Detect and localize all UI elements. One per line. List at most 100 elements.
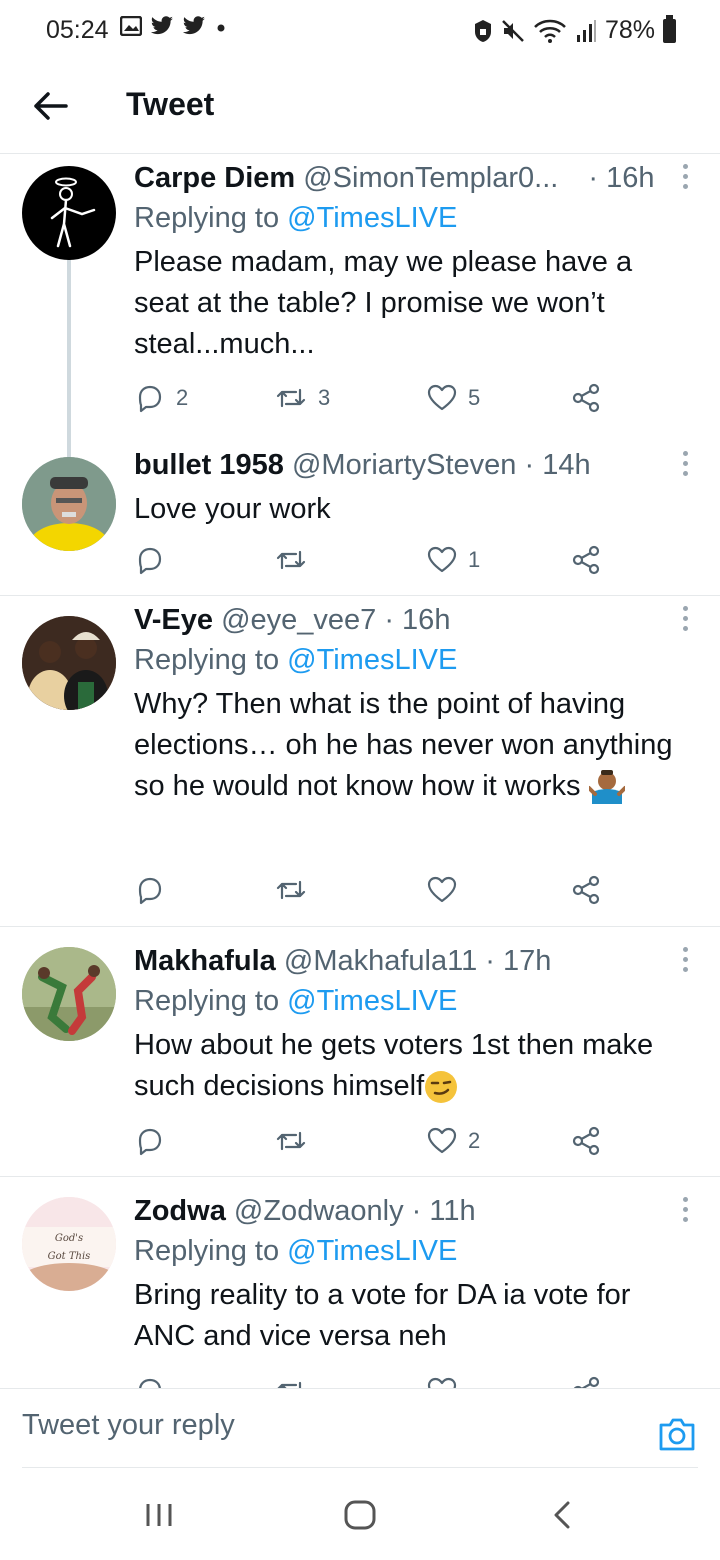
reply-icon	[138, 547, 162, 575]
tweet-actions: 2	[134, 1125, 614, 1165]
share-icon	[572, 383, 600, 413]
reply-count: 2	[176, 385, 189, 410]
share-icon	[572, 545, 600, 575]
replying-to: Replying to @TimesLIVE	[134, 198, 690, 238]
more-options-icon[interactable]	[682, 1197, 690, 1225]
reply-button[interactable]	[134, 544, 176, 576]
share-icon	[572, 1126, 600, 1156]
recent-apps-icon[interactable]	[144, 1500, 174, 1530]
share-icon	[573, 1376, 600, 1388]
retweet-count: 3	[318, 385, 331, 410]
page-title: Tweet	[126, 86, 215, 122]
status-bar: 05:24 78%	[0, 0, 720, 62]
display-name[interactable]: V-Eye	[134, 604, 213, 636]
reply-icon	[138, 877, 162, 905]
dot-icon	[217, 24, 225, 32]
camera-icon[interactable]	[658, 1415, 696, 1453]
username[interactable]: @Zodwaonly	[234, 1195, 404, 1227]
back-arrow-icon[interactable]	[28, 84, 72, 128]
replying-to-label: Replying to	[134, 202, 280, 234]
tweet-v-eye[interactable]: V-Eye @eye_vee7 · 16h Replying to @Times…	[0, 596, 720, 927]
retweet-icon	[276, 388, 306, 408]
gallery-icon	[120, 16, 142, 36]
replying-to-handle[interactable]: @TimesLIVE	[287, 985, 457, 1017]
secure-folder-icon	[474, 19, 491, 42]
replying-to-label: Replying to	[134, 1235, 280, 1267]
retweet-button[interactable]	[274, 1375, 308, 1388]
display-name[interactable]: Carpe Diem	[134, 162, 295, 194]
thread-line	[67, 258, 71, 458]
reply-composer: Tweet your reply	[0, 1388, 720, 1468]
reply-icon	[139, 1378, 161, 1388]
replying-to-handle[interactable]: @TimesLIVE	[287, 1235, 457, 1267]
tweet-makhafula[interactable]: Makhafula @Makhafula11 · 17h Replying to…	[0, 927, 720, 1177]
share-button[interactable]	[570, 544, 602, 576]
retweet-icon	[276, 880, 306, 900]
replying-to-handle[interactable]: @TimesLIVE	[287, 202, 457, 234]
display-name[interactable]: bullet 1958	[134, 449, 284, 481]
reply-button[interactable]	[134, 1375, 166, 1388]
retweet-icon	[276, 1131, 306, 1151]
username[interactable]: @SimonTemplar0...	[303, 162, 558, 194]
home-icon[interactable]	[343, 1500, 377, 1530]
timestamp: · 11h	[411, 1195, 476, 1227]
reply-input[interactable]: Tweet your reply	[22, 1409, 235, 1442]
share-button[interactable]	[570, 1125, 602, 1157]
tweet-carpe-diem[interactable]: Carpe Diem @SimonTemplar0... · 16h Reply…	[0, 154, 720, 458]
share-button[interactable]	[570, 382, 602, 414]
like-button[interactable]: 1	[426, 544, 480, 576]
more-options-icon[interactable]	[682, 164, 690, 192]
more-options-icon[interactable]	[682, 947, 690, 975]
avatar[interactable]	[22, 457, 116, 551]
avatar[interactable]	[22, 166, 116, 260]
username[interactable]: @eye_vee7	[221, 604, 376, 636]
avatar-text-line2: Got This	[48, 1251, 91, 1262]
system-nav-bar	[0, 1470, 720, 1560]
couple-avatar-image	[22, 616, 116, 710]
heart-icon	[427, 384, 457, 411]
like-button[interactable]	[426, 1375, 458, 1388]
tweet-bullet-1958[interactable]: bullet 1958 @MoriartySteven · 14h Love y…	[0, 441, 720, 596]
gods-got-this-avatar-image: God's Got This	[22, 1197, 116, 1291]
display-name[interactable]: Makhafula	[134, 945, 276, 977]
avatar[interactable]: God's Got This	[22, 1197, 116, 1291]
reply-button[interactable]	[134, 874, 176, 906]
status-right-icons: 78%	[473, 14, 676, 45]
retweet-button[interactable]	[274, 544, 318, 576]
username[interactable]: @Makhafula11	[284, 945, 477, 977]
share-button[interactable]	[570, 1375, 602, 1388]
like-button[interactable]: 2	[426, 1125, 480, 1157]
battery-percent: 78%	[604, 16, 655, 44]
tweet-actions	[134, 874, 614, 914]
battery-icon	[663, 14, 676, 43]
tweet-actions: 2 3 5	[134, 382, 614, 422]
more-options-icon[interactable]	[682, 606, 690, 634]
tweet-zodwa[interactable]: God's Got This Zodwa @Zodwaonly · 11h Re…	[0, 1177, 720, 1388]
tweet-text: Please madam, may we please have a seat …	[134, 246, 633, 360]
like-button[interactable]	[426, 874, 468, 906]
tweet-meta: V-Eye @eye_vee7 · 16h	[134, 600, 690, 640]
back-nav-icon[interactable]	[550, 1500, 574, 1530]
heart-icon	[427, 1127, 457, 1154]
display-name[interactable]: Zodwa	[134, 1195, 226, 1227]
retweet-button[interactable]	[274, 874, 318, 906]
tweet-actions: 1	[134, 544, 614, 584]
more-options-icon[interactable]	[682, 451, 690, 479]
retweet-button[interactable]	[274, 1125, 318, 1157]
share-button[interactable]	[570, 874, 602, 906]
replying-to-handle[interactable]: @TimesLIVE	[287, 644, 457, 676]
stick-figure-avatar-image	[50, 177, 96, 248]
sport-action-avatar-image	[22, 947, 116, 1041]
replying-to: Replying to @TimesLIVE	[134, 640, 690, 680]
avatar[interactable]	[22, 616, 116, 710]
retweet-button[interactable]: 3	[274, 382, 330, 414]
status-left-icons	[120, 16, 228, 36]
avatar[interactable]	[22, 947, 116, 1041]
username[interactable]: @MoriartySteven	[292, 449, 516, 481]
man-in-cap-avatar-image	[22, 457, 116, 551]
tweet-meta: Carpe Diem @SimonTemplar0... · 16h	[134, 158, 690, 198]
retweet-icon	[277, 1381, 302, 1388]
like-button[interactable]: 5	[426, 382, 480, 414]
reply-button[interactable]: 2	[134, 382, 188, 414]
reply-button[interactable]	[134, 1125, 176, 1157]
